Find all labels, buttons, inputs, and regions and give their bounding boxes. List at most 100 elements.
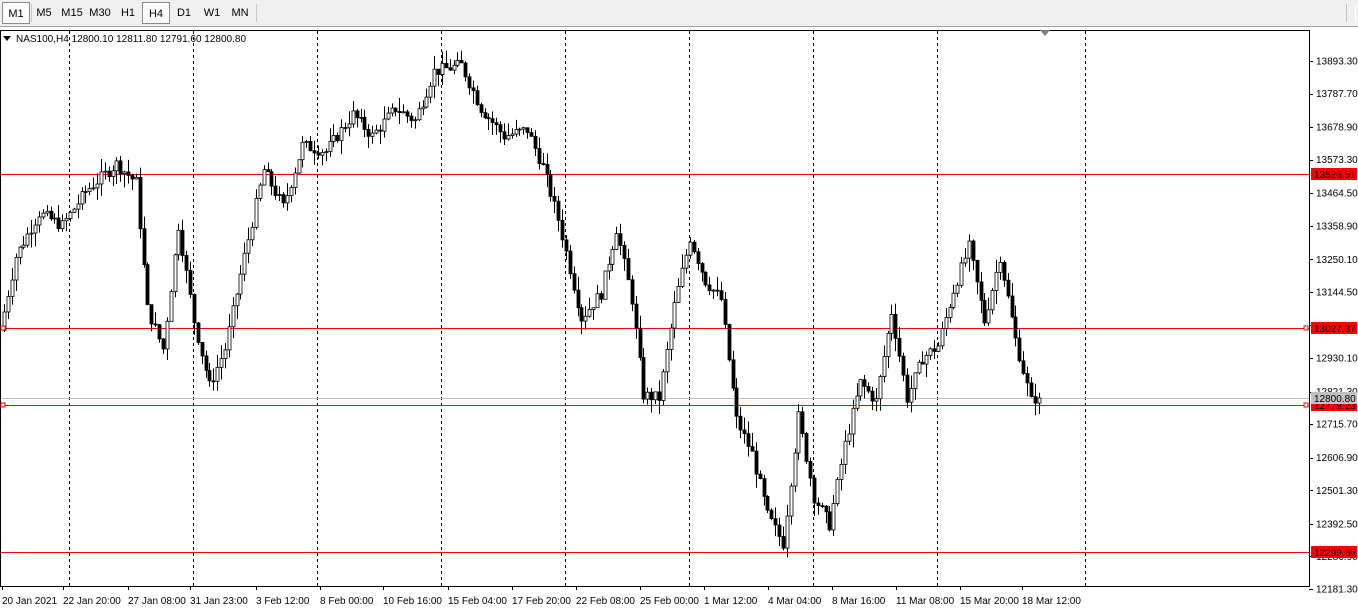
timeframe-w1-button[interactable]: W1 [198, 2, 226, 24]
candle-body [1002, 261, 1007, 281]
candle-body [355, 110, 360, 119]
candle-body [386, 112, 391, 120]
candle-body [630, 279, 635, 305]
candle-body [595, 293, 600, 309]
candle-body [765, 496, 770, 511]
timeframe-m1-button[interactable]: M1 [2, 2, 30, 24]
timeframe-d1-button[interactable]: D1 [170, 2, 198, 24]
candle-body [331, 134, 336, 142]
candle-body [893, 313, 898, 339]
candle-body [277, 194, 282, 196]
candle-body [812, 477, 817, 504]
candle-body [734, 387, 739, 417]
price-tick-label: 12606.90 [1316, 453, 1358, 464]
candle-body [293, 172, 298, 188]
candle-body [944, 317, 949, 329]
candle-body [967, 240, 972, 259]
candle-body [459, 60, 464, 64]
candle-body [401, 111, 406, 114]
chart-plot-area[interactable] [0, 30, 1310, 587]
candle-body [359, 116, 364, 119]
candle-body [370, 132, 375, 137]
time-tick-label: 8 Feb 00:00 [320, 596, 374, 607]
candle-body [374, 129, 379, 134]
toolbar-grip [1346, 4, 1356, 22]
candle-body [940, 328, 945, 347]
candle-body [669, 327, 674, 350]
candle-body [64, 218, 69, 222]
candle-body [1037, 397, 1042, 404]
candle-body [80, 191, 85, 205]
candle-body [514, 129, 519, 135]
candle-body [378, 129, 383, 132]
price-chart[interactable]: 13893.30 13787.70 13678.90 13573.30 13464.50… [0, 27, 1358, 615]
timeframe-m30-button[interactable]: M30 [86, 2, 114, 24]
candle-body [262, 169, 267, 186]
candle-body [742, 429, 747, 435]
candle-body [235, 293, 240, 307]
time-tick-label: 22 Feb 08:00 [576, 596, 635, 607]
candle-body [521, 127, 526, 130]
candle-body [638, 327, 643, 358]
timeframe-mn-button[interactable]: MN [226, 2, 254, 24]
price-tag-label: 12299.66 [1314, 548, 1356, 559]
candle-body [145, 264, 150, 306]
time-tick-label: 3 Feb 12:00 [256, 596, 310, 607]
candle-body [246, 239, 251, 254]
candle-body [789, 485, 794, 517]
candle-body [804, 433, 809, 462]
candle-body [781, 536, 786, 549]
price-tick-label: 13678.90 [1316, 123, 1358, 134]
candle-body [76, 203, 81, 210]
candle-body [300, 141, 305, 161]
candle-body [424, 96, 429, 108]
time-tick-label: 11 Mar 08:00 [896, 596, 955, 607]
candle-body [25, 233, 30, 246]
candle-body [525, 127, 530, 133]
candle-body [583, 315, 588, 322]
candle-body [37, 216, 42, 226]
timeframe-h1-button[interactable]: H1 [114, 2, 142, 24]
price-tag-label: 13027.37 [1314, 324, 1356, 335]
candle-body [52, 217, 57, 220]
candle-body [688, 241, 693, 256]
timeframe-m15-button[interactable]: M15 [58, 2, 86, 24]
candle-body [932, 348, 937, 352]
candle-body [576, 289, 581, 309]
candle-body [750, 446, 755, 452]
candle-body [60, 220, 65, 230]
candle-body [661, 371, 666, 401]
candle-body [455, 60, 460, 66]
candle-body [192, 294, 197, 324]
candle-body [149, 304, 154, 325]
candle-body [219, 358, 224, 368]
time-tick-label: 8 Mar 16:00 [832, 596, 886, 607]
candle-body [87, 188, 92, 193]
timeframe-h4-button[interactable]: H4 [142, 2, 170, 24]
candle-body [796, 411, 801, 454]
candle-body [529, 132, 534, 137]
candle-body [622, 245, 627, 259]
price-tick-label: 12392.50 [1316, 519, 1358, 530]
candle-body [874, 398, 879, 402]
candle-body [111, 170, 116, 178]
candle-body [103, 170, 108, 173]
price-tick-label: 12930.10 [1316, 354, 1358, 365]
candle-body [727, 324, 732, 361]
candle-body [436, 68, 441, 75]
candle-body [1006, 279, 1011, 297]
price-tick-label: 13787.70 [1316, 89, 1358, 100]
candle-body [858, 379, 863, 397]
candle-body [855, 395, 860, 409]
candle-body [769, 509, 774, 520]
price-tick-label: 12501.30 [1316, 486, 1358, 497]
time-tick-label: 10 Feb 16:00 [383, 596, 442, 607]
price-axis: 13893.30 13787.70 13678.90 13573.30 13464.50… [1309, 57, 1358, 596]
candle-body [1017, 337, 1022, 362]
candle-body [72, 208, 77, 213]
candle-body [897, 337, 902, 357]
candle-body [211, 380, 216, 383]
price-tick-label: 12715.70 [1316, 420, 1358, 431]
timeframe-m5-button[interactable]: M5 [30, 2, 58, 24]
candle-body [138, 177, 143, 230]
